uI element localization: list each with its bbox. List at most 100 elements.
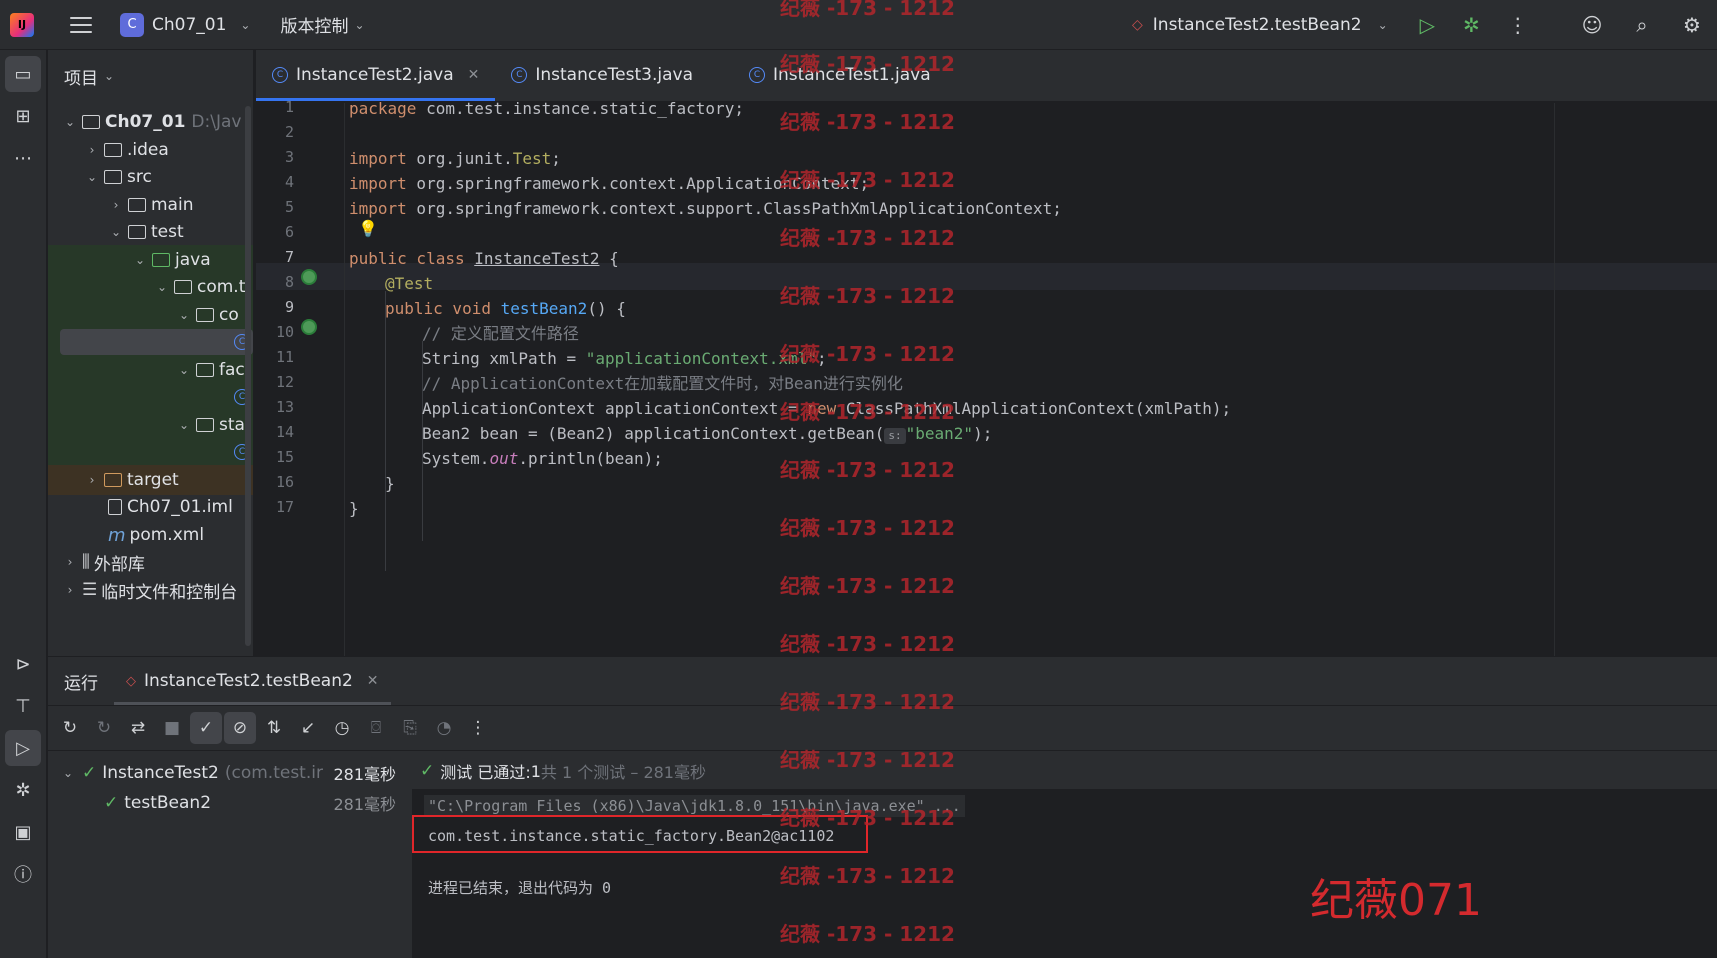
line-number: 1 [284,98,294,116]
debug-icon[interactable]: ✲ [1463,13,1480,37]
tree-item-class[interactable]: C [48,382,253,412]
line-number: 5 [284,198,294,216]
ide-logo-icon[interactable]: IJ [10,12,34,37]
problems-icon[interactable]: ⓘ [5,856,41,892]
terminal-icon[interactable]: ▣ [5,814,41,850]
build-icon[interactable]: ⊤ [5,688,41,724]
test-row-method[interactable]: ✓ testBean2 281毫秒 [48,788,412,818]
line-number: 16 [275,473,294,491]
close-icon[interactable]: ✕ [468,67,480,83]
project-badge: C [120,12,144,37]
console-output[interactable]: ✓ 测试 已通过: 1 共 1 个测试 – 281毫秒 "C:\Program … [412,753,1717,958]
tree-item-fac[interactable]: ⌄ fac [48,355,253,385]
class-icon: C [272,67,288,83]
tab-instancetest2[interactable]: C InstanceTest2.java ✕ [256,49,496,101]
tree-item-class[interactable]: C [48,327,253,357]
titlebar-right: ☺ ⌕ ⚙ [1567,0,1717,50]
camera-icon[interactable]: ⌼ [360,712,392,744]
services-icon[interactable]: ⊳ [5,646,41,682]
library-icon: ⫼ [82,552,90,572]
tree-item-iml[interactable]: Ch07_01.iml [48,492,253,522]
tree-item-external-libs[interactable]: › ⫼ 外部库 [48,547,253,577]
tree-item-target[interactable]: › target [48,465,253,495]
tree-item-main[interactable]: › main [48,190,253,220]
code-token: org.junit. [406,149,513,168]
test-config-icon: ◇ [1132,17,1143,33]
tree-item-idea[interactable]: › .idea [48,135,253,165]
watermark-text: 纪薇 -173 - 1212 [780,342,955,366]
tree-item-src[interactable]: ⌄ src [48,162,253,192]
tree-item-package[interactable]: ⌄ com.t [48,272,253,302]
tab-instancetest3[interactable]: C InstanceTest3.java [495,49,709,101]
collapse-icon[interactable]: ↙ [292,712,324,744]
run-icon[interactable]: ▷ [1420,13,1435,37]
line-number: 4 [284,173,294,191]
settings-gear-icon[interactable]: ⚙ [1667,0,1717,50]
tree-item-scratches[interactable]: › ☰ 临时文件和控制台 [48,575,253,605]
rerun-icon[interactable]: ↻ [54,712,86,744]
code-token: ; [551,149,561,168]
code-token: com.test.instance.static_factory; [416,99,744,118]
chevron-right-icon: › [67,583,73,597]
code-token: Test [512,149,552,168]
code-token: org.springframework.context.support.Clas… [406,199,1062,218]
indent-guide [385,291,386,571]
debug-tool-icon[interactable]: ✲ [5,772,41,808]
watermark-text: 纪薇 -173 - 1212 [780,806,955,830]
project-panel-header[interactable]: 项目 ⌄ [48,50,253,102]
search-icon[interactable]: ⌕ [1617,0,1667,50]
code-token: package [349,99,417,118]
watermark-text: 纪薇 -173 - 1212 [780,516,955,540]
line-number: 15 [275,448,294,466]
code-token: ); [973,424,993,443]
more-icon[interactable]: ⋮ [462,712,494,744]
watermark-text: 纪薇 -173 - 1212 [780,226,955,250]
test-row-class[interactable]: ⌄ ✓ InstanceTest2 (com.test.ir 281毫秒 [48,758,412,788]
history-icon[interactable]: ◷ [326,712,358,744]
project-switcher[interactable]: C Ch07_01 ⌄ [120,12,251,37]
tree-item-sta[interactable]: ⌄ sta [48,410,253,440]
toggle-auto-test-icon[interactable]: ⇄ [122,712,154,744]
main-menu-icon[interactable] [70,16,92,33]
vcs-menu[interactable]: 版本控制 ⌄ [280,12,364,37]
tree-label: co [219,305,239,325]
tree-label: pom.xml [129,525,205,545]
line-number: 14 [275,423,294,441]
coverage-icon[interactable]: ◔ [428,712,460,744]
run-tool-icon[interactable]: ▷ [5,730,41,766]
show-passed-icon[interactable]: ✓ [190,712,222,744]
tree-item-test[interactable]: ⌄ test [48,217,253,247]
project-folder-icon[interactable]: ▭ [5,56,41,92]
tree-item-class[interactable]: C [48,437,253,467]
tree-item-co[interactable]: ⌄ co [48,300,253,330]
close-icon[interactable]: ✕ [367,673,379,689]
status-prefix: 测试 已通过: [440,763,531,782]
tree-item-java[interactable]: ⌄ java [48,245,253,275]
stop-icon[interactable]: ■ [156,712,188,744]
project-scrollbar[interactable] [245,106,251,646]
excluded-folder-icon [104,473,122,487]
class-icon: C [748,67,765,83]
line-number: 12 [275,373,294,391]
chevron-down-icon: ⌄ [240,17,251,32]
run-config-selector[interactable]: InstanceTest2.testBean2 [1153,15,1362,35]
tree-item-root[interactable]: ⌄ Ch07_01 D:\Jav [48,107,253,137]
line-number: 3 [284,148,294,166]
tree-item-pom[interactable]: m pom.xml [48,520,253,550]
more-icon[interactable]: ⋮ [1508,13,1528,37]
tab-run-config[interactable]: ◇ InstanceTest2.testBean2 ✕ [114,657,391,705]
chevron-right-icon: › [89,143,95,157]
rerun-failed-icon[interactable]: ↻ [88,712,120,744]
structure-icon[interactable]: ⊞ [5,98,41,134]
add-user-icon[interactable]: ☺ [1567,0,1617,50]
run-test-class-icon[interactable] [301,269,317,285]
export-icon[interactable]: ⎘ [394,712,426,744]
show-ignored-icon[interactable]: ⊘ [224,712,256,744]
more-tools-icon[interactable]: ⋯ [5,140,41,176]
gutter-border [344,103,345,656]
sort-icon[interactable]: ⇅ [258,712,290,744]
run-test-method-icon[interactable] [301,319,317,335]
code-editor[interactable]: 1 2 3 4 5 6 7 8 9 10 11 12 13 14 15 16 17 💡 package com.… [256,98,1717,656]
code-token: ApplicationContext applicationContext = [422,399,808,418]
chevron-down-icon: ⌄ [156,280,168,294]
